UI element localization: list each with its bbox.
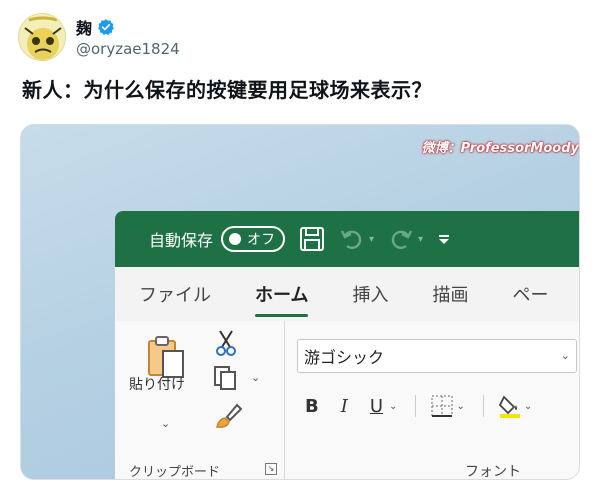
fill-color-icon[interactable] [498, 393, 522, 419]
undo-chevron-icon[interactable]: ▾ [369, 234, 374, 245]
format-row: B I U ⌄ ⌄ ⌄ [305, 393, 550, 419]
display-name[interactable]: 麹 [76, 15, 92, 39]
cut-button[interactable] [215, 329, 237, 361]
format-painter-button[interactable] [213, 401, 243, 435]
autosave-label: 自動保存 [149, 231, 214, 250]
watermark: 微博：ProfessorMoody [421, 141, 579, 156]
paste-button[interactable] [147, 335, 187, 383]
clipboard-group: 貼り付け ⌄ ⌄ クリップボード ↘ [115, 321, 285, 480]
borders-chevron-icon[interactable]: ⌄ [456, 401, 464, 412]
tab-insert[interactable]: 挿入 [352, 281, 388, 307]
excel-window: 自動保存 オフ ▾ ▾ ファイル ホーム 挿入 描画 ペー 貼り付け ⌄ ⌄ ク… [115, 211, 579, 480]
user-names: 麹 @oryzae1824 [76, 16, 180, 58]
font-group-label: フォント [465, 464, 521, 480]
clipboard-group-label: クリップボード [129, 465, 221, 480]
font-group: 游ゴシック ⌄ B I U ⌄ ⌄ ⌄ フォント [285, 321, 579, 480]
user-handle[interactable]: @oryzae1824 [76, 40, 180, 58]
bold-button[interactable]: B [305, 396, 319, 417]
avatar-image [19, 14, 65, 60]
redo-chevron-icon[interactable]: ▾ [418, 234, 423, 245]
tab-home[interactable]: ホーム [255, 281, 309, 317]
copy-button[interactable] [213, 365, 241, 395]
divider [482, 395, 484, 417]
underline-chevron-icon[interactable]: ⌄ [389, 401, 397, 412]
copy-chevron-icon[interactable]: ⌄ [251, 371, 260, 384]
autosave-toggle[interactable]: オフ [221, 226, 286, 252]
clipboard-icon [148, 336, 184, 378]
divider [415, 395, 417, 417]
tweet: 麹 @oryzae1824 新人：为什么保存的按键要用足球场来表示？ 微博：Pr… [0, 0, 598, 492]
paste-chevron-icon[interactable]: ⌄ [161, 417, 170, 430]
undo-icon [340, 230, 362, 249]
underline-button[interactable]: U [370, 396, 383, 417]
ribbon-tabs: ファイル ホーム 挿入 描画 ペー [115, 267, 579, 321]
excel-titlebar: 自動保存 オフ ▾ ▾ [115, 211, 579, 267]
redo-button[interactable]: ▾ [388, 226, 423, 252]
redo-icon [391, 230, 413, 249]
tweet-header: 麹 @oryzae1824 [18, 12, 180, 62]
customize-toolbar-button[interactable] [437, 232, 451, 246]
scissors-icon [216, 330, 236, 356]
borders-icon[interactable] [430, 394, 454, 418]
fill-color-chevron-icon[interactable]: ⌄ [524, 401, 532, 412]
undo-button[interactable]: ▾ [339, 226, 374, 252]
save-icon [300, 227, 325, 251]
tab-page-layout[interactable]: ペー [512, 281, 548, 307]
font-name-value: 游ゴシック [304, 348, 385, 367]
toggle-knob [229, 233, 242, 245]
copy-icon [214, 366, 236, 390]
customize-icon [439, 235, 450, 244]
save-button[interactable] [299, 226, 325, 252]
italic-button[interactable]: I [341, 396, 348, 417]
ribbon-home: 貼り付け ⌄ ⌄ クリップボード ↘ 游ゴシック ⌄ B I U ⌄ ⌄ ⌄ フ… [115, 321, 579, 480]
toggle-text: オフ [247, 232, 276, 248]
avatar[interactable] [18, 13, 66, 61]
tweet-media[interactable]: 微博：ProfessorMoody 自動保存 オフ ▾ ▾ ファイル ホーム 挿… [20, 124, 580, 480]
tab-draw[interactable]: 描画 [432, 281, 468, 307]
format-painter-icon [216, 403, 243, 428]
paste-label[interactable]: 貼り付け [129, 377, 209, 394]
font-name-select[interactable]: 游ゴシック ⌄ [297, 339, 577, 373]
clipboard-launcher-icon[interactable]: ↘ [265, 463, 277, 475]
tweet-text: 新人：为什么保存的按键要用足球场来表示？ [22, 78, 432, 102]
font-chevron-icon: ⌄ [560, 349, 570, 362]
tab-file[interactable]: ファイル [139, 281, 211, 307]
verified-badge-icon [98, 19, 114, 36]
